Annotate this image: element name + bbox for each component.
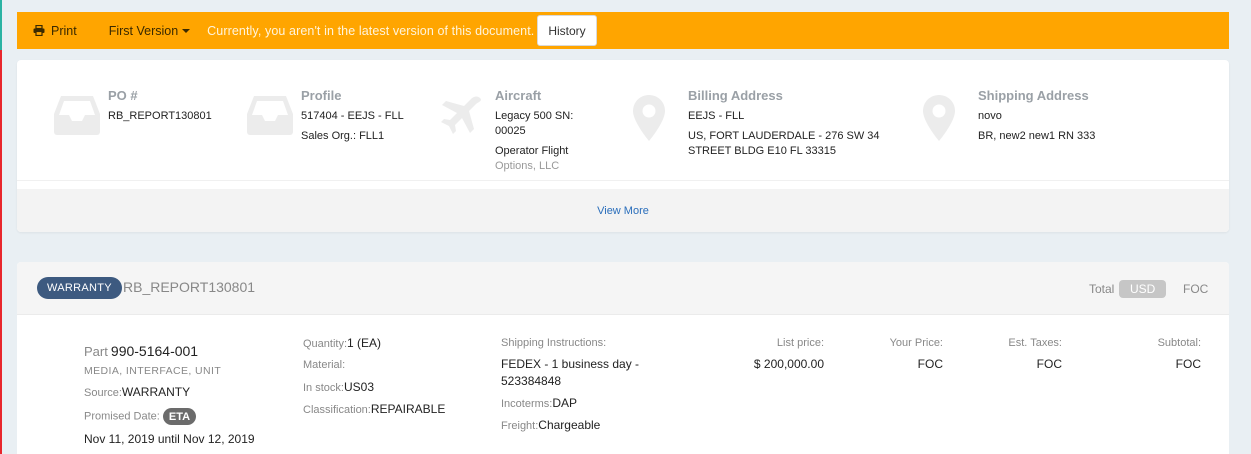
order-summary-card: PO # RB_REPORT130801 Profile 517404 - EE… xyxy=(17,60,1229,232)
left-edge-teal-accent xyxy=(0,0,2,50)
shipping-instructions-label: Shipping Instructions: xyxy=(501,337,607,349)
shipping-instructions-value: FEDEX - 1 business day - xyxy=(501,357,640,371)
map-pin-icon xyxy=(923,95,955,141)
map-pin-icon xyxy=(633,95,665,141)
promised-date-range: Nov 11, 2019 until Nov 12, 2019 xyxy=(84,432,255,446)
promised-date-line: Promised Date: ETA xyxy=(84,408,197,425)
stock-label: In stock: xyxy=(303,382,344,394)
part-number: 990-5164-001 xyxy=(110,343,199,359)
incoterms-label: Incoterms: xyxy=(501,398,553,410)
version-dropdown[interactable]: First Version xyxy=(108,23,191,38)
aircraft-line: 00025 xyxy=(495,125,526,137)
quantity-value: 1 (EA) xyxy=(347,336,382,350)
item-header: WARRANTY RB_REPORT130801 Total USD FOC xyxy=(17,262,1229,315)
part-line: Part 990-5164-001 xyxy=(84,343,198,359)
promised-date-label: Promised Date: xyxy=(84,410,160,423)
part-description: MEDIA, INTERFACE, UNIT xyxy=(84,365,222,377)
history-button[interactable]: History xyxy=(537,15,597,46)
version-banner: Print First Version Currently, you aren'… xyxy=(17,12,1229,49)
operator-line: Operator Flight xyxy=(495,145,569,157)
printer-icon xyxy=(33,25,45,36)
shipping-line: novo xyxy=(978,110,1002,122)
inbox-icon xyxy=(247,96,293,135)
classification-label: Classification: xyxy=(303,404,371,416)
classification-value: REPAIRABLE xyxy=(370,402,446,416)
subtotal-value: FOC xyxy=(1175,357,1201,371)
billing-line: STREET BLDG E10 FL 33315 xyxy=(688,145,836,157)
billing-title: Billing Address xyxy=(688,88,783,103)
aircraft-line: Legacy 500 SN: xyxy=(495,110,574,122)
print-label: Print xyxy=(51,23,77,38)
operator-line: Options, LLC xyxy=(495,160,560,172)
eta-badge: ETA xyxy=(162,408,197,425)
warranty-badge: WARRANTY xyxy=(37,277,122,299)
profile-line: Sales Org.: FLL1 xyxy=(301,130,385,142)
part-label: Part xyxy=(84,344,108,359)
material-label: Material: xyxy=(303,359,346,371)
version-notice: Currently, you aren't in the latest vers… xyxy=(207,23,535,38)
list-price-label: List price: xyxy=(776,337,824,349)
quantity-line: Quantity:1 (EA) xyxy=(303,336,381,350)
airplane-icon xyxy=(441,96,481,134)
item-reference: RB_REPORT130801 xyxy=(123,279,256,295)
freight-line: Freight:Chargeable xyxy=(501,418,600,432)
classification-line: Classification:REPAIRABLE xyxy=(303,402,445,416)
freight-label: Freight: xyxy=(501,420,539,432)
stock-value: US03 xyxy=(343,380,374,394)
source-value: WARRANTY xyxy=(121,385,191,399)
total-label: Total xyxy=(1089,282,1115,296)
total-value: FOC xyxy=(1183,282,1209,296)
left-edge-accent xyxy=(0,0,2,454)
material-line: Material: xyxy=(303,359,345,371)
version-label: First Version xyxy=(108,23,179,38)
order-item-card: WARRANTY RB_REPORT130801 Total USD FOC P… xyxy=(17,262,1229,454)
source-label: Source: xyxy=(84,387,122,399)
your-price-value: FOC xyxy=(917,357,943,371)
quantity-label: Quantity: xyxy=(303,338,348,350)
po-title: PO # xyxy=(108,88,138,103)
profile-line: 517404 - EEJS - FLL xyxy=(301,110,404,122)
summary-divider xyxy=(17,180,1229,181)
profile-section: Profile 517404 - EEJS - FLL Sales Org.: … xyxy=(246,60,436,180)
billing-line: EEJS - FLL xyxy=(688,110,745,122)
shipping-line: BR, new2 new1 RN 333 xyxy=(978,130,1096,142)
view-more-bar: View More xyxy=(17,189,1229,232)
your-price-label: Your Price: xyxy=(889,337,943,349)
currency-badge: USD xyxy=(1119,280,1167,298)
est-taxes-value: FOC xyxy=(1036,357,1062,371)
incoterms-value: DAP xyxy=(552,396,578,410)
stock-line: In stock:US03 xyxy=(303,380,374,394)
billing-line: US, FORT LAUDERDALE - 276 SW 34 xyxy=(688,130,880,142)
subtotal-label: Subtotal: xyxy=(1157,337,1201,349)
shipping-instructions-value: 523384848 xyxy=(501,374,562,388)
list-price-value: $ 200,000.00 xyxy=(753,357,824,371)
incoterms-line: Incoterms:DAP xyxy=(501,396,577,410)
po-number: RB_REPORT130801 xyxy=(108,110,212,122)
chevron-down-icon xyxy=(182,28,191,33)
shipping-address-section: Shipping Address novo BR, new2 new1 RN 3… xyxy=(923,60,1213,180)
profile-title: Profile xyxy=(301,88,342,103)
aircraft-title: Aircraft xyxy=(495,88,542,103)
source-line: Source:WARRANTY xyxy=(84,385,190,399)
aircraft-section: Aircraft Legacy 500 SN: 00025 Operator F… xyxy=(440,60,630,180)
shipping-title: Shipping Address xyxy=(978,88,1089,103)
est-taxes-label: Est. Taxes: xyxy=(1008,337,1062,349)
print-button[interactable]: Print xyxy=(33,24,77,38)
freight-value: Chargeable xyxy=(538,418,601,432)
po-section: PO # RB_REPORT130801 xyxy=(53,60,243,180)
inbox-icon xyxy=(54,96,100,135)
view-more-link[interactable]: View More xyxy=(597,205,649,217)
billing-address-section: Billing Address EEJS - FLL US, FORT LAUD… xyxy=(633,60,923,180)
